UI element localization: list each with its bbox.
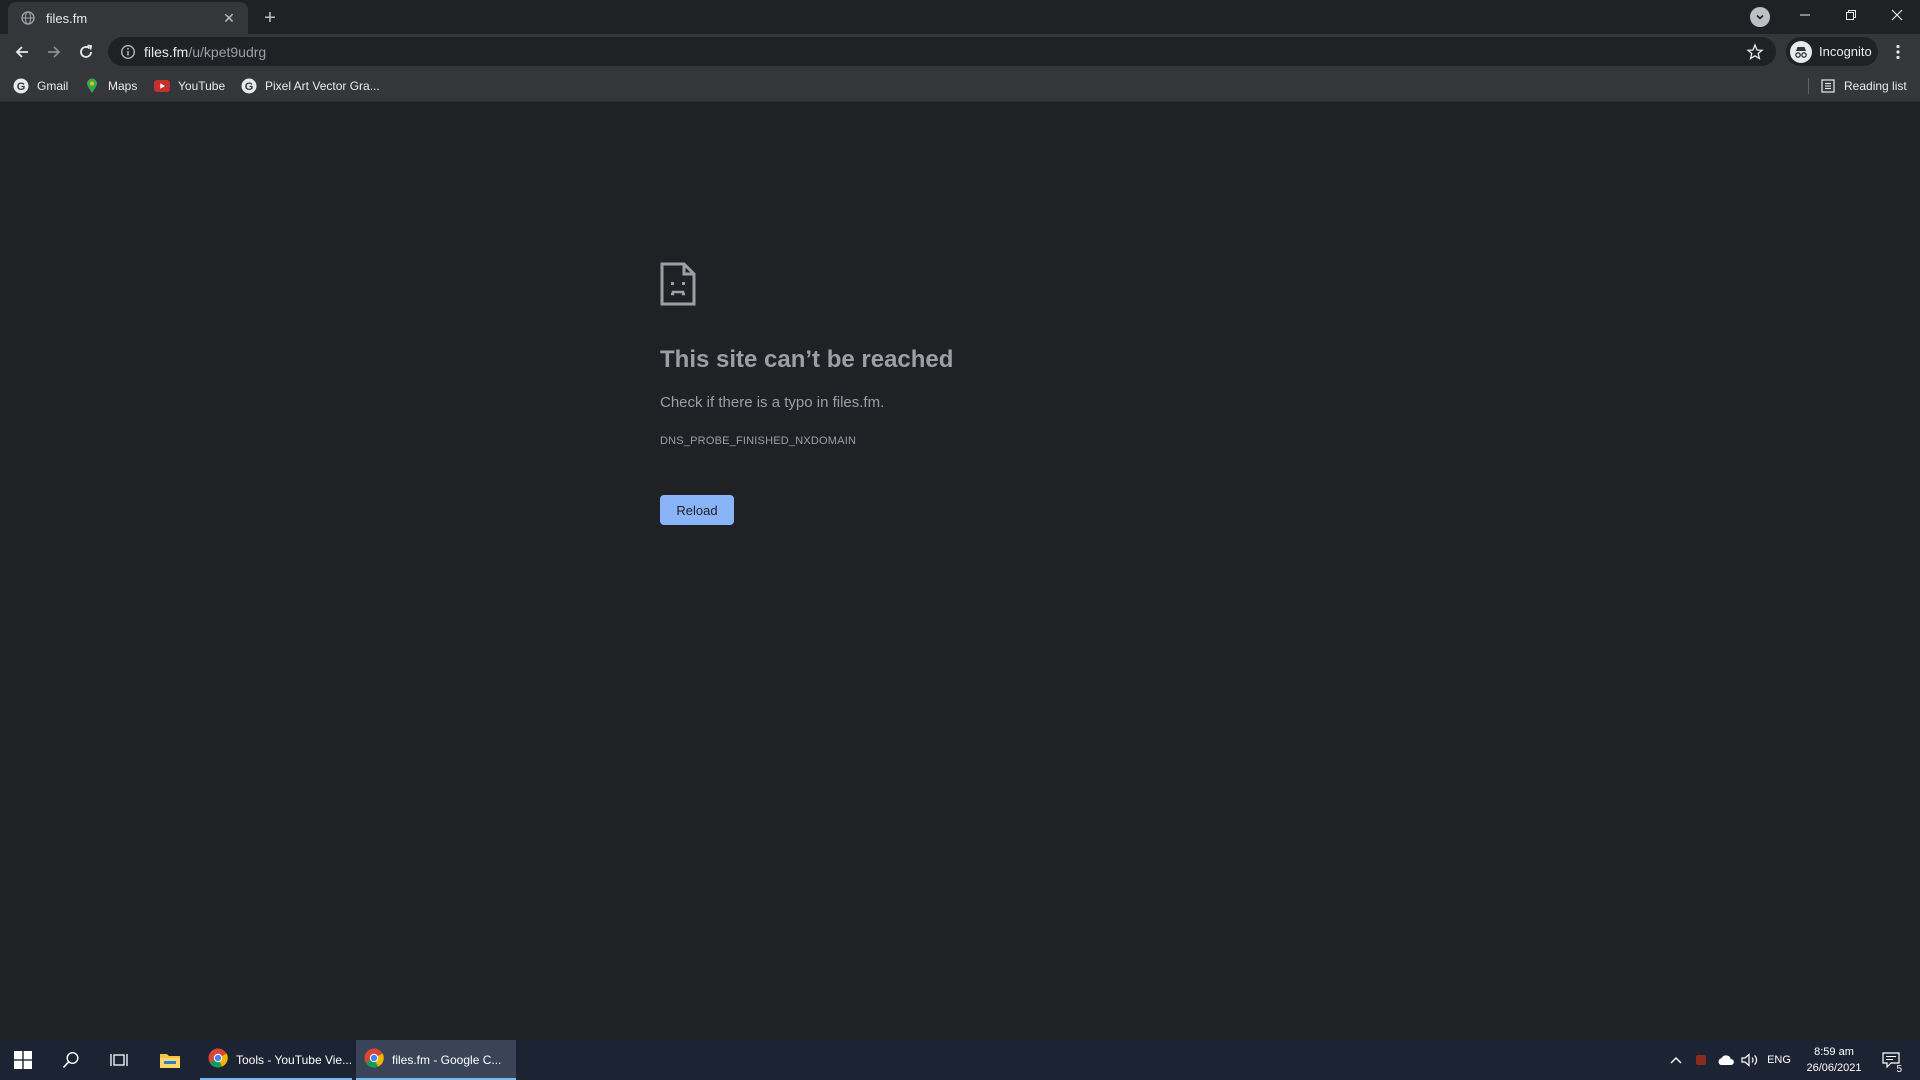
kebab-menu-icon [1896, 44, 1900, 60]
clock-time: 8:59 am [1814, 1046, 1854, 1058]
taskbar-app-label: files.fm - Google C... [392, 1053, 502, 1067]
youtube-icon [154, 78, 170, 94]
error-code: DNS_PROBE_FINISHED_NXDOMAIN [660, 435, 857, 447]
minimize-button[interactable] [1782, 0, 1828, 30]
windows-taskbar: Tools - YouTube Vie... files.fm - Google… [0, 1040, 1920, 1080]
page-content: This site can’t be reached Check if ther… [0, 102, 1920, 1040]
taskbar-app-label: Tools - YouTube Vie... [236, 1053, 353, 1067]
bookmarks-divider [1808, 78, 1809, 94]
reload-toolbar-button[interactable] [72, 38, 100, 66]
show-hidden-icons-button[interactable] [1664, 1040, 1688, 1080]
url-host: files.fm [144, 43, 189, 60]
tray-app-icon[interactable] [1690, 1040, 1712, 1080]
restore-button[interactable] [1828, 0, 1874, 30]
globe-icon [20, 10, 36, 26]
incognito-profile-button[interactable]: Incognito [1786, 37, 1878, 66]
bookmark-label: Maps [108, 79, 138, 93]
chevron-up-icon [1670, 1057, 1682, 1064]
url-path: /u/kpet9udrg [188, 43, 267, 60]
language-label: ENG [1767, 1054, 1791, 1066]
error-message: Check if there is a typo in files.fm. [660, 394, 885, 411]
bookmark-star-icon[interactable] [1746, 43, 1764, 61]
incognito-label: Incognito [1819, 44, 1872, 59]
task-view-button[interactable] [96, 1040, 142, 1080]
error-title: This site can’t be reached [660, 346, 954, 373]
tab-files-fm[interactable]: files.fm ✕ [8, 2, 248, 34]
error-container: This site can’t be reached Check if ther… [660, 262, 1260, 525]
browser-titlebar: files.fm ✕ + [0, 0, 1920, 34]
taskbar-app-files-fm[interactable]: files.fm - Google C... [356, 1040, 516, 1080]
folder-icon [160, 1054, 180, 1068]
svg-text:G: G [245, 81, 254, 93]
reading-list-label: Reading list [1844, 79, 1907, 93]
forward-arrow-icon [48, 46, 61, 58]
bookmark-pixel-art[interactable]: G Pixel Art Vector Gra... [241, 76, 380, 96]
windows-logo-icon [14, 1051, 32, 1069]
search-icon [62, 1051, 79, 1069]
bookmark-label: YouTube [178, 79, 226, 93]
file-explorer-button[interactable] [146, 1040, 194, 1080]
maps-pin-icon [84, 78, 100, 94]
bookmark-maps[interactable]: Maps [84, 76, 137, 96]
new-tab-button[interactable]: + [258, 6, 282, 30]
close-tab-icon[interactable]: ✕ [220, 9, 238, 27]
clock-date: 26/06/2021 [1806, 1062, 1862, 1074]
reading-list-button[interactable]: Reading list [1820, 76, 1907, 96]
incognito-icon [1790, 40, 1812, 63]
bookmarks-bar: G Gmail Maps YouTube G Pixel Art Vector … [0, 70, 1920, 102]
tab-search-icon[interactable] [1750, 7, 1770, 27]
taskbar-app-tools-youtube[interactable]: Tools - YouTube Vie... [200, 1040, 352, 1080]
google-icon: G [13, 78, 29, 94]
notification-count: 5 [1894, 1064, 1904, 1075]
taskbar-clock[interactable]: 8:59 am 26/06/2021 [1794, 1044, 1874, 1076]
language-indicator[interactable]: ENG [1764, 1040, 1794, 1080]
action-center-button[interactable]: 5 [1876, 1040, 1906, 1080]
onedrive-cloud-icon[interactable] [1714, 1040, 1738, 1080]
start-button[interactable] [0, 1040, 46, 1080]
bookmark-gmail[interactable]: G Gmail [13, 76, 68, 96]
back-button[interactable] [8, 38, 36, 66]
bookmark-label: Gmail [37, 79, 69, 93]
tab-title: files.fm [46, 10, 88, 26]
sad-document-icon [660, 262, 696, 306]
address-bar[interactable]: files.fm/u/kpet9udrg [108, 37, 1776, 66]
svg-text:G: G [17, 81, 26, 93]
volume-icon[interactable] [1738, 1040, 1762, 1080]
browser-toolbar: files.fm/u/kpet9udrg Incognito [0, 34, 1920, 70]
site-info-icon[interactable] [120, 44, 136, 60]
reload-button[interactable]: Reload [660, 495, 734, 525]
task-view-icon [110, 1054, 128, 1066]
chrome-icon [208, 1048, 228, 1073]
search-button[interactable] [48, 1040, 94, 1080]
google-icon: G [241, 78, 257, 94]
chrome-icon [364, 1048, 384, 1073]
bookmark-label: Pixel Art Vector Gra... [265, 79, 380, 93]
back-arrow-icon [15, 46, 28, 58]
reading-list-icon [1820, 78, 1836, 94]
bookmark-youtube[interactable]: YouTube [154, 76, 225, 96]
reload-icon [80, 44, 93, 58]
browser-menu-button[interactable] [1886, 38, 1910, 66]
close-window-button[interactable] [1874, 0, 1920, 30]
forward-button[interactable] [40, 38, 68, 66]
